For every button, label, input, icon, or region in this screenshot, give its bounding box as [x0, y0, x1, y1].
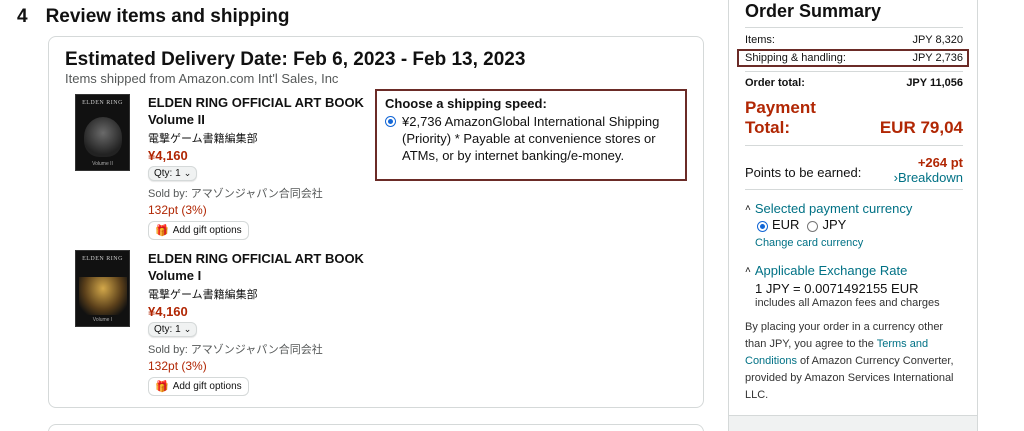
- payment-label-line2: Total:: [745, 118, 791, 137]
- chevron-down-icon: ⌄: [183, 324, 192, 334]
- step-number: 4: [17, 6, 28, 27]
- shipped-from-text: Items shipped from Amazon.com Int'l Sale…: [65, 71, 339, 86]
- points-value: +264 pt: [917, 155, 963, 170]
- cover-volume-text: Volume I: [92, 317, 113, 323]
- step-title: Review items and shipping: [45, 6, 290, 27]
- change-card-currency-link[interactable]: Change card currency: [755, 237, 863, 249]
- order-total-value: JPY 11,056: [906, 77, 963, 89]
- item-title-line2: Volume I: [148, 268, 202, 283]
- item-price: ¥4,160: [148, 148, 188, 163]
- payment-label-line1: Payment: [745, 98, 816, 117]
- summary-divider: [745, 189, 963, 190]
- exchange-rate-value: 1 JPY = 0.0071492155 EUR: [755, 281, 919, 296]
- summary-divider: [745, 27, 963, 28]
- item-points: 132pt (3%): [148, 203, 207, 217]
- item-author: 電撃ゲーム書籍編集部: [148, 133, 258, 145]
- items-value: JPY 8,320: [912, 34, 963, 46]
- shipping-radio-button[interactable]: [385, 116, 396, 127]
- step-header: 4 Review items and shipping: [17, 6, 289, 28]
- payment-total-value: EUR 79,04: [879, 118, 963, 137]
- next-shipment-card: [48, 424, 704, 431]
- cover-title-text: ELDEN RING: [82, 256, 123, 262]
- item-title[interactable]: ELDEN RING OFFICIAL ART BOOK Volume II: [148, 94, 408, 128]
- gift-icon: 🎁: [155, 381, 169, 393]
- currency-jpy-label: JPY: [822, 217, 847, 232]
- exchange-rate-note: includes all Amazon fees and charges: [755, 297, 940, 309]
- items-subtotal-row: Items: JPY 8,320: [745, 34, 963, 46]
- payment-total-row: Payment Total: EUR 79,04: [745, 98, 963, 138]
- shipping-speed-title: Choose a shipping speed:: [385, 96, 547, 111]
- exchange-rate-toggle[interactable]: ˄ Applicable Exchange Rate: [745, 263, 907, 278]
- shipment-card: Estimated Delivery Date: Feb 6, 2023 - F…: [48, 36, 704, 408]
- book-cover-image[interactable]: ELDEN RING Volume II: [75, 94, 130, 171]
- item-details: ELDEN RING OFFICIAL ART BOOK Volume II 電…: [148, 94, 408, 240]
- gift-icon: 🎁: [155, 225, 169, 237]
- sold-by-text: Sold by: アマゾンジャパン合同会社: [148, 188, 323, 200]
- exchange-rate-heading: Applicable Exchange Rate: [754, 263, 908, 278]
- shipping-option-label: ¥2,736 AmazonGlobal International Shippi…: [402, 114, 660, 163]
- cover-artwork: [79, 277, 127, 315]
- caret-up-icon: ˄: [745, 265, 751, 276]
- selected-currency-toggle[interactable]: ˄ Selected payment currency: [745, 201, 912, 216]
- summary-footer: [729, 415, 977, 431]
- item-title-line1: ELDEN RING OFFICIAL ART BOOK: [148, 251, 364, 266]
- shipping-speed-box: Choose a shipping speed: ¥2,736 AmazonGl…: [375, 89, 687, 181]
- sold-by-text: Sold by: アマゾンジャパン合同会社: [148, 344, 323, 356]
- item-points: 132pt (3%): [148, 359, 207, 373]
- cover-artwork: [84, 117, 122, 157]
- add-gift-options-button[interactable]: 🎁 Add gift options: [148, 221, 249, 240]
- points-row: Points to be earned: +264 pt ›Breakdown: [745, 155, 963, 185]
- summary-divider: [745, 71, 963, 72]
- points-value-block: +264 pt ›Breakdown: [894, 155, 963, 185]
- item-details: ELDEN RING OFFICIAL ART BOOK Volume I 電撃…: [148, 250, 408, 396]
- chevron-down-icon: ⌄: [183, 168, 192, 178]
- order-total-label: Order total:: [745, 77, 805, 89]
- order-summary-panel: Order Summary Items: JPY 8,320 Shipping …: [728, 0, 978, 431]
- items-label: Items:: [745, 34, 775, 46]
- currency-radio-jpy[interactable]: [807, 220, 819, 232]
- item-title-line2: Volume II: [148, 112, 205, 127]
- item-title[interactable]: ELDEN RING OFFICIAL ART BOOK Volume I: [148, 250, 408, 284]
- order-total-row: Order total: JPY 11,056: [745, 77, 963, 89]
- shipping-option-priority[interactable]: ¥2,736 AmazonGlobal International Shippi…: [385, 113, 677, 164]
- quantity-dropdown[interactable]: Qty: 1 ⌄: [148, 322, 198, 337]
- currency-eur-label: EUR: [772, 217, 800, 232]
- gift-options-label: Add gift options: [172, 225, 242, 236]
- quantity-dropdown[interactable]: Qty: 1 ⌄: [148, 166, 198, 181]
- book-cover-image[interactable]: ELDEN RING Volume I: [75, 250, 130, 327]
- summary-divider: [745, 145, 963, 146]
- shipping-label: Shipping & handling:: [745, 52, 846, 64]
- currency-radio-group: EUR JPY: [757, 217, 846, 232]
- quantity-label: Qty: 1: [154, 324, 181, 335]
- shipping-value: JPY 2,736: [912, 52, 963, 64]
- cover-title-text: ELDEN RING: [82, 100, 123, 106]
- order-summary-title: Order Summary: [745, 1, 882, 21]
- points-label: Points to be earned:: [745, 165, 862, 180]
- cover-volume-text: Volume II: [92, 161, 113, 167]
- quantity-label: Qty: 1: [154, 168, 181, 179]
- item-price: ¥4,160: [148, 304, 188, 319]
- add-gift-options-button[interactable]: 🎁 Add gift options: [148, 377, 249, 396]
- currency-disclaimer: By placing your order in a currency othe…: [745, 319, 967, 404]
- selected-currency-heading: Selected payment currency: [754, 201, 913, 216]
- gift-options-label: Add gift options: [172, 381, 242, 392]
- delivery-date-title: Estimated Delivery Date: Feb 6, 2023 - F…: [65, 49, 526, 70]
- payment-total-label: Payment Total:: [745, 98, 816, 138]
- caret-up-icon: ˄: [745, 203, 751, 214]
- item-author: 電撃ゲーム書籍編集部: [148, 289, 258, 301]
- shipping-row: Shipping & handling: JPY 2,736: [745, 52, 963, 64]
- breakdown-link[interactable]: ›Breakdown: [894, 170, 963, 185]
- item-title-line1: ELDEN RING OFFICIAL ART BOOK: [148, 95, 364, 110]
- currency-radio-eur[interactable]: [757, 220, 768, 232]
